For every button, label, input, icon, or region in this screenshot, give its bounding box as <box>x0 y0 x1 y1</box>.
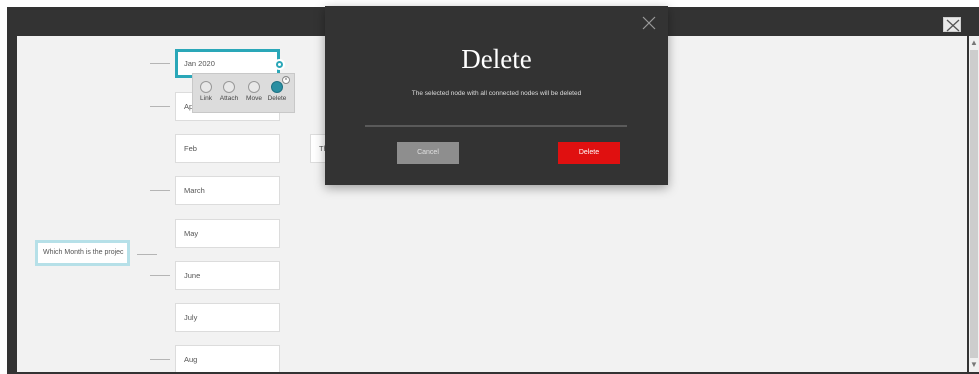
trash-icon <box>271 81 283 93</box>
root-node[interactable]: Which Month is the projec <box>35 240 130 266</box>
connector-line <box>150 275 170 276</box>
attach-icon <box>223 81 235 93</box>
context-delete-button[interactable]: Delete <box>266 81 288 102</box>
dialog-title: Delete <box>461 44 532 74</box>
node-june[interactable]: June <box>175 261 280 290</box>
node-march[interactable]: March <box>175 176 280 205</box>
connector-line <box>150 359 170 360</box>
context-attach-label: Attach <box>219 95 239 102</box>
context-attach-button[interactable]: Attach <box>218 81 240 102</box>
node-context-menu: × Link Attach Move Delete <box>192 73 295 113</box>
scroll-down-icon[interactable]: ▼ <box>970 360 978 370</box>
move-icon <box>248 81 260 93</box>
node-feb[interactable]: Feb <box>175 134 280 163</box>
connector-line <box>137 254 157 255</box>
connector-line <box>150 63 170 64</box>
context-move-button[interactable]: Move <box>243 81 265 102</box>
dialog-message: The selected node with all connected nod… <box>411 90 582 97</box>
dialog-close-icon[interactable] <box>641 15 657 31</box>
delete-dialog: Delete The selected node with all connec… <box>325 6 668 185</box>
dialog-divider <box>365 125 627 127</box>
context-link-label: Link <box>200 95 212 102</box>
delete-button[interactable]: Delete <box>558 142 620 164</box>
context-move-label: Move <box>246 95 262 102</box>
cancel-button[interactable]: Cancel <box>397 142 459 164</box>
context-link-button[interactable]: Link <box>195 81 217 102</box>
node-expand-handle[interactable] <box>274 59 285 70</box>
link-icon <box>200 81 212 93</box>
node-may[interactable]: May <box>175 219 280 248</box>
connector-line <box>150 106 170 107</box>
scroll-thumb[interactable] <box>970 50 978 358</box>
node-july[interactable]: July <box>175 303 280 332</box>
scroll-up-icon[interactable]: ▲ <box>970 38 978 48</box>
window-close-icon[interactable] <box>943 17 961 32</box>
node-aug[interactable]: Aug <box>175 345 280 372</box>
connector-line <box>150 190 170 191</box>
context-delete-label: Delete <box>267 95 287 102</box>
vertical-scrollbar[interactable]: ▲ ▼ <box>969 36 979 372</box>
